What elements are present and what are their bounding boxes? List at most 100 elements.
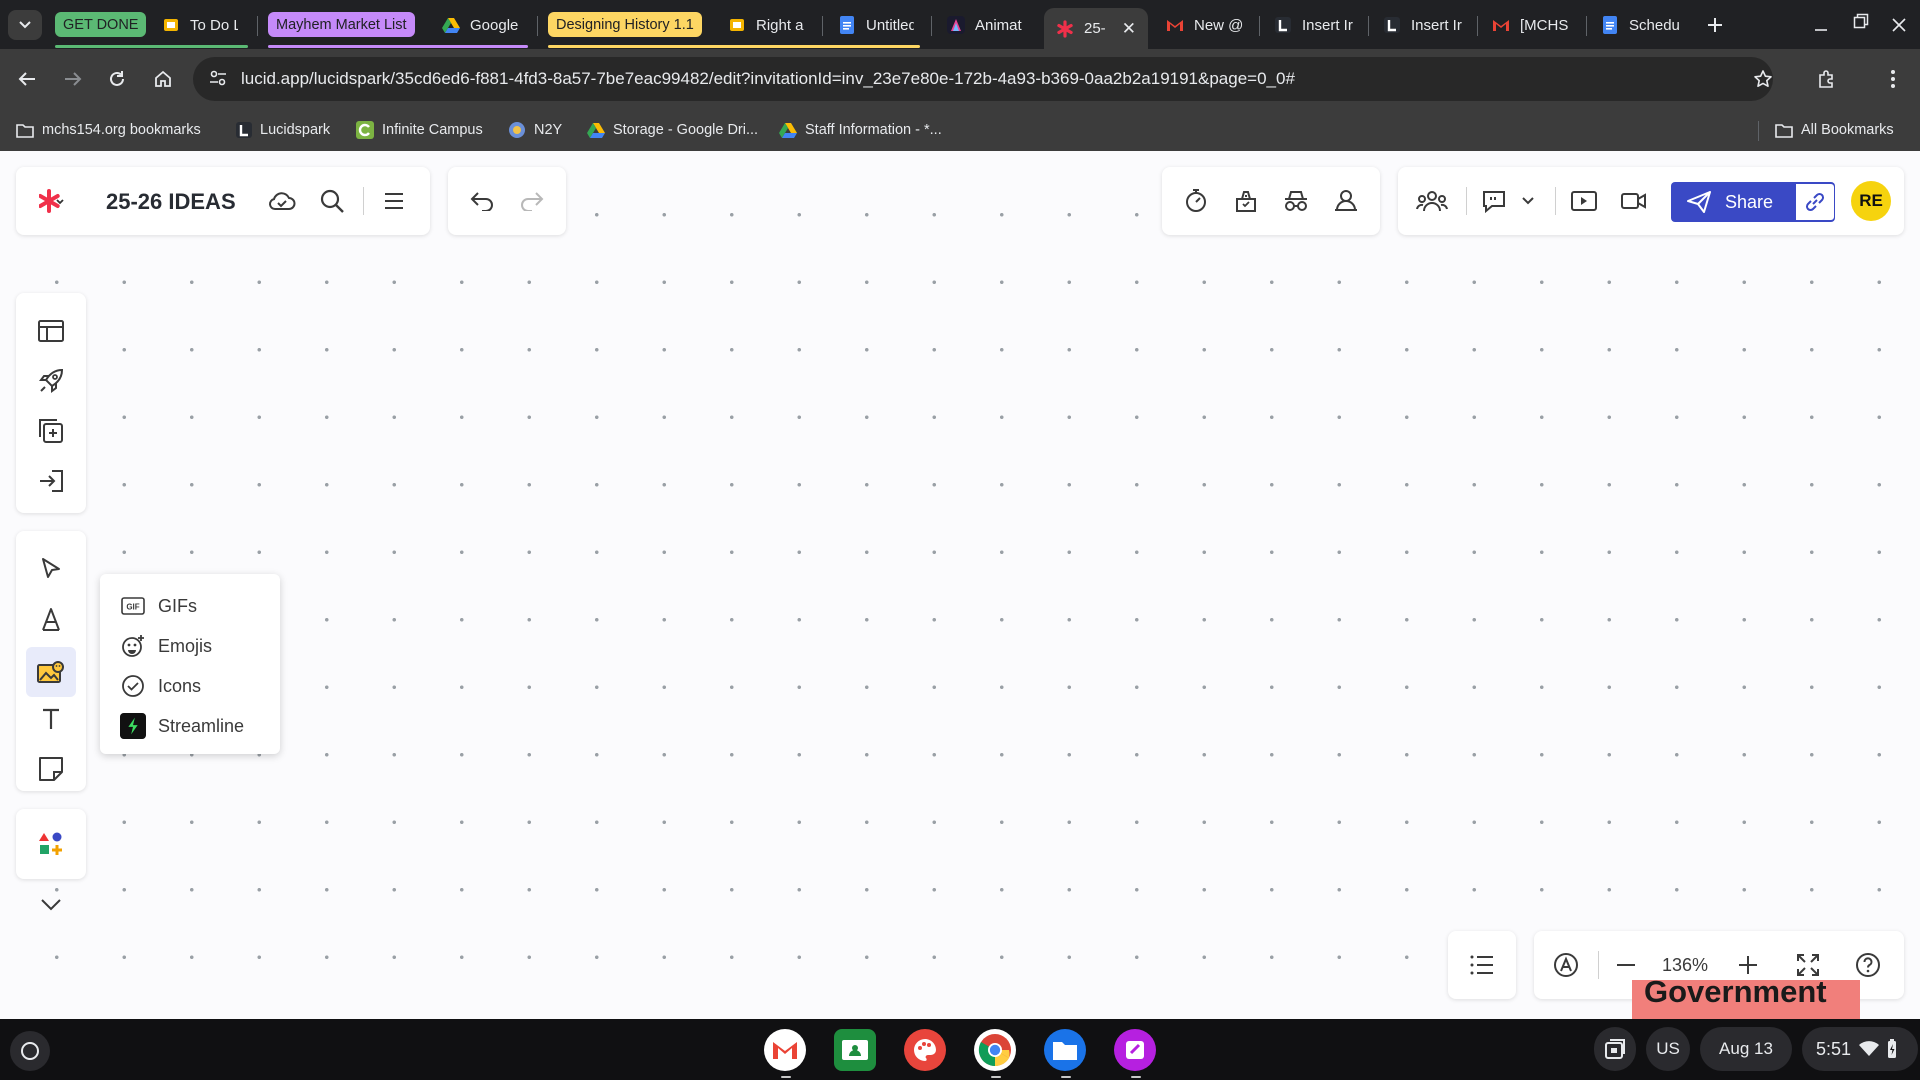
tab-group-mayhem-market[interactable]: Mayhem Market List xyxy=(268,12,415,37)
text-tool[interactable] xyxy=(35,703,67,735)
tab-mchs-gmail[interactable]: [MCHS xyxy=(1480,8,1584,42)
tab-right-ar[interactable]: Right ar xyxy=(716,8,816,42)
close-tab-icon[interactable]: ✕ xyxy=(1122,19,1136,39)
bookmark-staff-info[interactable]: Staff Information - *... xyxy=(779,117,942,143)
board-text-block[interactable]: Government xyxy=(1632,980,1860,1019)
launcher-button[interactable] xyxy=(10,1031,50,1071)
address-bar[interactable]: lucid.app/lucidspark/35cd6ed6-f881-4fd3-… xyxy=(193,57,1773,101)
cloud-save-status[interactable] xyxy=(266,185,298,217)
chrome-app[interactable] xyxy=(974,1029,1016,1071)
input-method-indicator[interactable]: US xyxy=(1646,1027,1690,1071)
tab-insert-1[interactable]: Insert Ir xyxy=(1262,8,1366,42)
video-call-button[interactable] xyxy=(1618,185,1650,217)
media-tool-active[interactable] xyxy=(26,647,76,697)
bookmark-lucidspark[interactable]: Lucidspark xyxy=(236,117,330,143)
menu-item-emojis[interactable]: Emojis xyxy=(120,630,212,662)
timer-button[interactable] xyxy=(1180,185,1212,217)
menu-item-gifs[interactable]: GIF GIFs xyxy=(120,590,197,622)
tab-label: Right ar xyxy=(756,16,804,34)
classroom-app[interactable] xyxy=(834,1029,876,1071)
files-app[interactable] xyxy=(1044,1029,1086,1071)
rocket-icon xyxy=(39,368,64,393)
reload-button[interactable] xyxy=(100,63,134,95)
fit-to-screen-button[interactable] xyxy=(1792,949,1824,981)
gmail-icon xyxy=(1492,16,1510,34)
tab-animat[interactable]: Animat xyxy=(935,8,1035,42)
gmail-icon xyxy=(1166,16,1184,34)
board-canvas[interactable]: 25-26 IDEAS Share RE GIF GIFs Emojis Ico… xyxy=(0,151,1920,1019)
presentation-button[interactable] xyxy=(1568,185,1600,217)
collapse-toolbox-button[interactable] xyxy=(35,889,67,921)
quick-start-button[interactable] xyxy=(35,365,67,397)
draw-tool[interactable] xyxy=(35,603,67,635)
tab-untitled[interactable]: Untitled xyxy=(826,8,926,42)
tab-search-button[interactable] xyxy=(8,10,42,40)
presenter-icon xyxy=(1335,190,1357,211)
tab-insert-2[interactable]: Insert Ir xyxy=(1371,8,1475,42)
back-button[interactable] xyxy=(10,63,44,95)
extensions-button[interactable] xyxy=(1810,63,1844,95)
voting-button[interactable] xyxy=(1230,185,1262,217)
date-indicator[interactable]: Aug 13 xyxy=(1700,1027,1792,1071)
drive-icon xyxy=(442,16,460,34)
status-area[interactable]: 5:51 xyxy=(1802,1027,1918,1071)
share-button[interactable]: Share xyxy=(1671,182,1835,222)
bookmark-star-button[interactable] xyxy=(1746,63,1780,95)
maximize-window-button[interactable] xyxy=(1846,8,1876,34)
close-window-button[interactable] xyxy=(1884,12,1914,38)
bookmark-n2y[interactable]: N2Y xyxy=(508,117,562,143)
zoom-in-button[interactable] xyxy=(1732,949,1764,981)
new-tab-button[interactable] xyxy=(1700,10,1730,40)
import-button[interactable] xyxy=(35,465,67,497)
browser-menu-button[interactable] xyxy=(1876,63,1910,95)
canvas-app[interactable] xyxy=(1114,1029,1156,1071)
bookmark-label: Staff Information - *... xyxy=(805,122,942,138)
tab-lucidspark-active[interactable]: 25- ✕ xyxy=(1044,8,1148,49)
comments-button[interactable] xyxy=(1478,185,1510,217)
art-app[interactable] xyxy=(904,1029,946,1071)
menu-item-icons[interactable]: Icons xyxy=(120,670,201,702)
collaborators-button[interactable] xyxy=(1414,185,1450,217)
select-tool[interactable] xyxy=(35,553,67,585)
forward-button[interactable] xyxy=(56,63,90,95)
zoom-out-button[interactable] xyxy=(1610,949,1642,981)
accessibility-button[interactable] xyxy=(1550,949,1582,981)
templates-button[interactable] xyxy=(35,315,67,347)
collaborator-spotlight-button[interactable] xyxy=(1330,185,1362,217)
copy-link-button[interactable] xyxy=(1795,183,1835,221)
help-button[interactable] xyxy=(1852,949,1884,981)
zoom-level[interactable]: 136% xyxy=(1662,955,1708,976)
gif-icon: GIF xyxy=(120,593,146,619)
document-title[interactable]: 25-26 IDEAS xyxy=(106,189,236,215)
user-avatar[interactable]: RE xyxy=(1851,181,1891,221)
comments-dropdown-button[interactable] xyxy=(1516,185,1540,217)
tab-schedule[interactable]: Schedu xyxy=(1589,8,1693,42)
bookmark-infinite-campus[interactable]: Infinite Campus xyxy=(356,117,483,143)
integrations-button[interactable] xyxy=(35,828,67,860)
minimize-window-button[interactable] xyxy=(1806,12,1836,38)
site-info-icon[interactable] xyxy=(209,69,227,87)
tab-new-gmail[interactable]: New @ xyxy=(1154,8,1256,42)
tab-group-designing-history[interactable]: Designing History 1.1 xyxy=(548,12,702,37)
sticky-note-tool[interactable] xyxy=(35,753,67,785)
all-bookmarks-button[interactable]: All Bookmarks xyxy=(1775,117,1894,143)
tab-to-do[interactable]: To Do L xyxy=(150,8,250,42)
tab-google[interactable]: Google xyxy=(430,8,530,42)
tote-button[interactable] xyxy=(1594,1027,1636,1071)
timer-icon xyxy=(1186,189,1206,212)
lucid-menu-button[interactable] xyxy=(30,185,74,217)
tab-group-get-done[interactable]: GET DONE xyxy=(55,12,147,37)
add-frame-button[interactable] xyxy=(35,415,67,447)
outline-button[interactable] xyxy=(1466,949,1498,981)
gmail-app[interactable] xyxy=(764,1029,806,1071)
search-button[interactable] xyxy=(316,185,348,217)
undo-button[interactable] xyxy=(466,185,498,217)
bookmark-storage-drive[interactable]: Storage - Google Dri... xyxy=(587,117,758,143)
private-mode-button[interactable] xyxy=(1280,185,1312,217)
main-menu-button[interactable] xyxy=(378,185,410,217)
menu-item-streamline[interactable]: Streamline xyxy=(120,710,244,742)
home-button[interactable] xyxy=(146,63,180,95)
bookmark-mchs154-folder[interactable]: mchs154.org bookmarks xyxy=(16,117,201,143)
link-icon xyxy=(1805,192,1825,212)
redo-button[interactable] xyxy=(516,185,548,217)
